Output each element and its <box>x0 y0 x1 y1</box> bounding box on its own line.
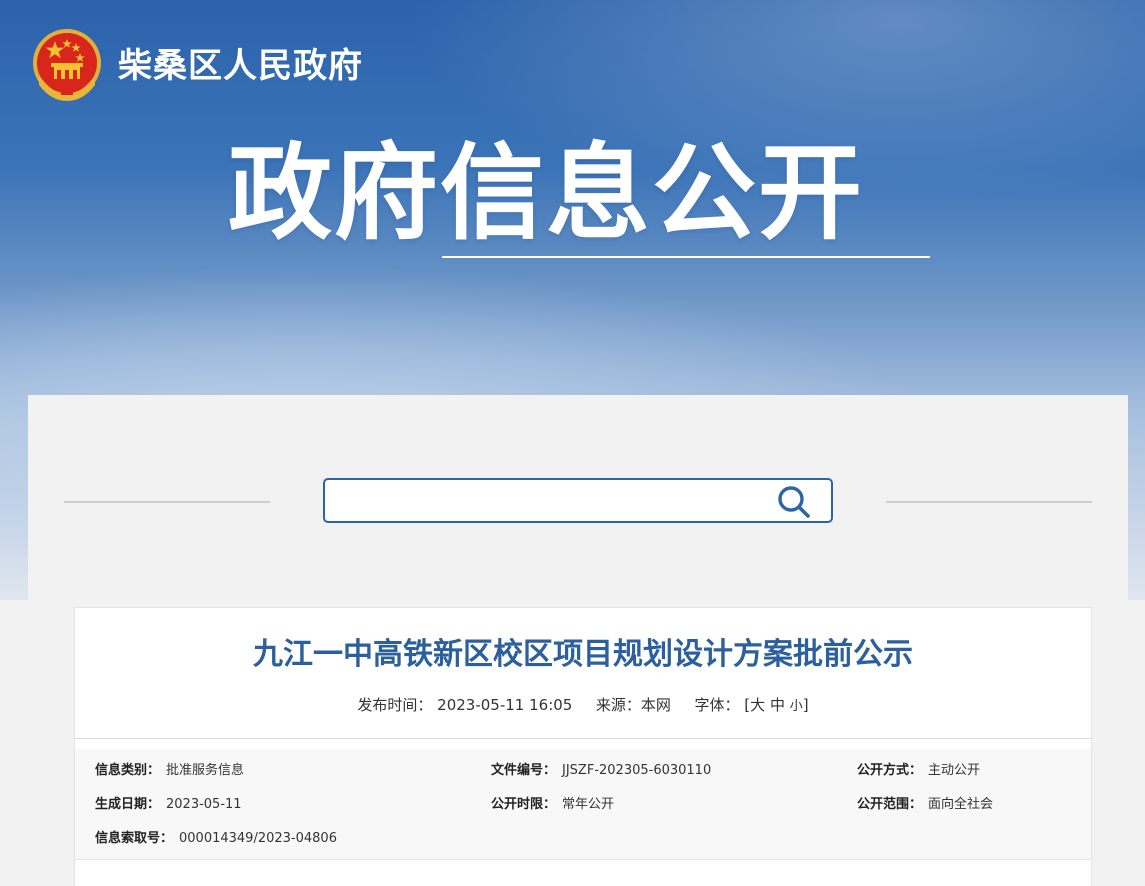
info-value: 批准服务信息 <box>166 763 245 778</box>
main-content: 九江一中高铁新区校区项目规划设计方案批前公示 发布时间： 2023-05-11 … <box>28 395 1128 886</box>
info-value: 常年公开 <box>562 797 615 812</box>
national-emblem-icon <box>33 29 101 101</box>
article-title: 九江一中高铁新区校区项目规划设计方案批前公示 <box>253 637 913 672</box>
hero-underline <box>442 256 930 258</box>
info-value: 主动公开 <box>928 763 981 778</box>
info-value: JJSZF-202305-6030110 <box>562 763 712 778</box>
info-open-mode: 公开方式： 主动公开 <box>857 761 980 781</box>
info-label: 信息索取号： <box>95 831 174 846</box>
font-size-label: 字体： <box>694 696 740 714</box>
info-value: 2023-05-11 <box>166 797 242 812</box>
font-bracket-close: ] <box>802 696 809 714</box>
publish-time-label: 发布时间： <box>357 696 433 714</box>
site-name[interactable]: 柴桑区人民政府 <box>118 46 363 86</box>
info-value: 000014349/2023-04806 <box>179 831 337 846</box>
info-label: 公开时限： <box>491 797 557 812</box>
info-value: 面向全社会 <box>928 797 994 812</box>
article-meta: 发布时间： 2023-05-11 16:05 来源：本网 字体： [大 中 小] <box>75 694 1091 718</box>
search-bar <box>323 478 833 523</box>
search-icon <box>778 486 810 518</box>
hero-title: 政府信息公开 <box>228 132 865 254</box>
search-divider-right <box>886 501 1092 503</box>
info-index-no: 信息索取号： 000014349/2023-04806 <box>95 829 337 849</box>
font-small-link[interactable]: 小 <box>790 699 803 714</box>
font-medium-link[interactable]: 中 <box>770 696 785 714</box>
info-table: 信息类别： 批准服务信息 文件编号： JJSZF-202305-6030110 公开… <box>75 749 1091 860</box>
info-gen-date: 生成日期： 2023-05-11 <box>95 795 242 815</box>
info-doc-no: 文件编号： JJSZF-202305-6030110 <box>491 761 711 781</box>
source-value: 本网 <box>640 696 671 714</box>
info-label: 信息类别： <box>95 763 161 778</box>
page: 柴桑区人民政府 政府信息公开 九江一中高铁新区校区项目规划设计方案批前公示 发布… <box>0 0 1145 886</box>
info-open-period: 公开时限： 常年公开 <box>491 795 614 815</box>
search-button[interactable] <box>775 483 813 519</box>
search-input[interactable] <box>335 486 759 516</box>
source-label: 来源： <box>595 696 641 714</box>
info-category: 信息类别： 批准服务信息 <box>95 761 244 781</box>
font-large-link[interactable]: 大 <box>750 696 765 714</box>
info-label: 生成日期： <box>95 797 161 812</box>
search-divider-left <box>64 501 270 503</box>
meta-divider <box>75 738 1091 739</box>
info-label: 文件编号： <box>491 763 557 778</box>
info-label: 公开方式： <box>857 763 923 778</box>
publish-time: 2023-05-11 16:05 <box>437 696 573 714</box>
article-panel: 九江一中高铁新区校区项目规划设计方案批前公示 发布时间： 2023-05-11 … <box>74 607 1092 886</box>
info-label: 公开范围： <box>857 797 923 812</box>
info-open-scope: 公开范围： 面向全社会 <box>857 795 993 815</box>
